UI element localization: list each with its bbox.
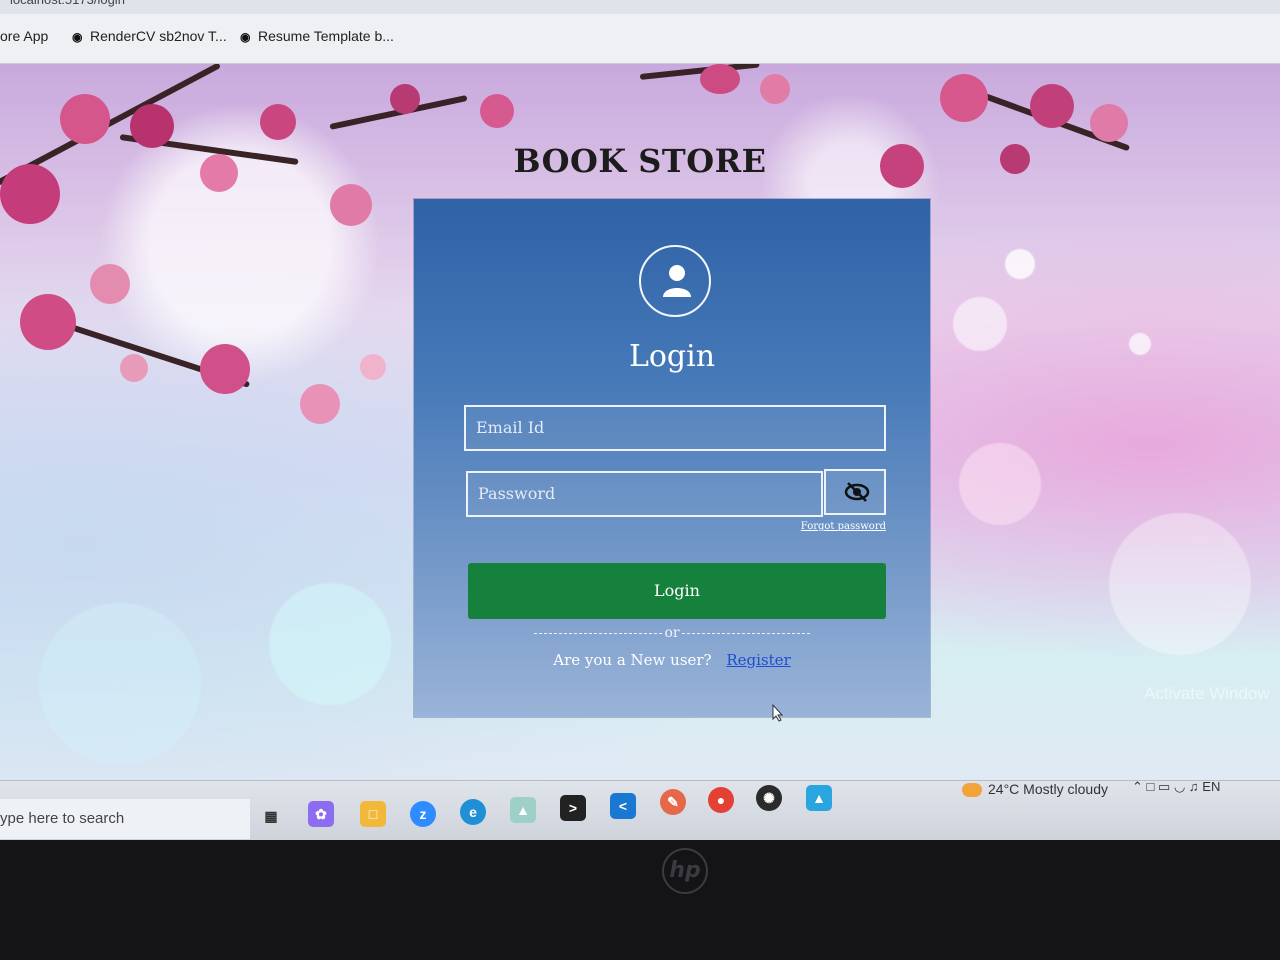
weather-widget[interactable]: 24°C Mostly cloudy: [962, 781, 1108, 798]
bookmark-resume-template[interactable]: ◉ Resume Template b...: [240, 28, 394, 44]
user-avatar-icon: [639, 245, 711, 317]
toggle-password-visibility-button[interactable]: [824, 469, 886, 515]
hp-logo-icon: hp: [662, 848, 708, 894]
register-link[interactable]: Register: [726, 651, 790, 669]
login-page: BOOK STORE Login Email Id Password Forgo…: [0, 64, 1280, 804]
register-row: Are you a New user? Register: [414, 651, 930, 669]
chrome-icon[interactable]: ●: [708, 787, 734, 813]
weather-cloud-icon: [962, 783, 982, 798]
file-explorer-icon[interactable]: □: [360, 801, 386, 827]
terminal-icon[interactable]: >: [560, 795, 586, 821]
battery-icon[interactable]: ▭: [1158, 779, 1170, 794]
taskbar: ype here to search ▦ ✿ □ z e ▲ > < ✎ ● ✺…: [0, 779, 1280, 840]
postman-icon[interactable]: ✎: [660, 789, 686, 815]
eye-slash-icon: [844, 482, 870, 502]
bookmark-label: RenderCV sb2nov T...: [90, 28, 227, 44]
login-heading: Login: [628, 339, 716, 374]
taskbar-search[interactable]: ype here to search: [0, 799, 250, 839]
snipping-tool-icon[interactable]: ▲: [806, 785, 832, 811]
chevron-up-icon[interactable]: ⌃: [1132, 779, 1143, 794]
search-placeholder: ype here to search: [0, 810, 125, 827]
laptop-bezel: hp: [0, 840, 1280, 960]
wifi-icon[interactable]: ◡: [1174, 779, 1185, 794]
bookmark-label: Resume Template b...: [258, 28, 394, 44]
email-input[interactable]: Email Id: [464, 405, 886, 451]
activate-windows-watermark: Activate Window: [1144, 684, 1270, 703]
language-indicator[interactable]: EN: [1202, 779, 1220, 794]
login-button[interactable]: Login: [468, 563, 886, 619]
forgot-password-link[interactable]: Forgot password: [801, 521, 886, 532]
bookmark-store-app[interactable]: ore App: [0, 28, 48, 44]
zoom-icon[interactable]: z: [410, 801, 436, 827]
login-card: Login Email Id Password Forgot password …: [414, 199, 930, 717]
or-label: or: [664, 625, 680, 641]
bookmarks-bar: ore App ◉ RenderCV sb2nov T... ◉ Resume Te…: [0, 14, 1280, 64]
chatgpt-icon[interactable]: ✺: [756, 785, 782, 811]
system-tray[interactable]: ⌃ □ ▭ ◡ ♫ EN: [1132, 779, 1220, 795]
bookmark-label: ore App: [0, 28, 49, 44]
github-icon: ◉: [72, 30, 83, 44]
bookmark-rendercv[interactable]: ◉ RenderCV sb2nov T...: [72, 28, 227, 44]
github-icon: ◉: [240, 30, 251, 44]
vscode-icon[interactable]: <: [610, 793, 636, 819]
edge-icon[interactable]: e: [460, 799, 486, 825]
widgets-icon[interactable]: ✿: [308, 801, 334, 827]
mouse-cursor-icon: [772, 703, 784, 727]
network-icon[interactable]: □: [1147, 779, 1155, 794]
password-input[interactable]: Password: [466, 471, 823, 517]
store-icon[interactable]: ▲: [510, 797, 536, 823]
address-text: localhost:5173/login: [10, 0, 125, 7]
new-user-text: Are you a New user?: [553, 651, 712, 669]
or-divider: or: [414, 625, 930, 641]
page-title: BOOK STORE: [513, 142, 767, 180]
address-bar[interactable]: localhost:5173/login: [0, 0, 1280, 14]
weather-text: 24°C Mostly cloudy: [988, 781, 1108, 797]
volume-icon[interactable]: ♫: [1189, 779, 1199, 794]
task-view-icon[interactable]: ▦: [258, 803, 284, 829]
